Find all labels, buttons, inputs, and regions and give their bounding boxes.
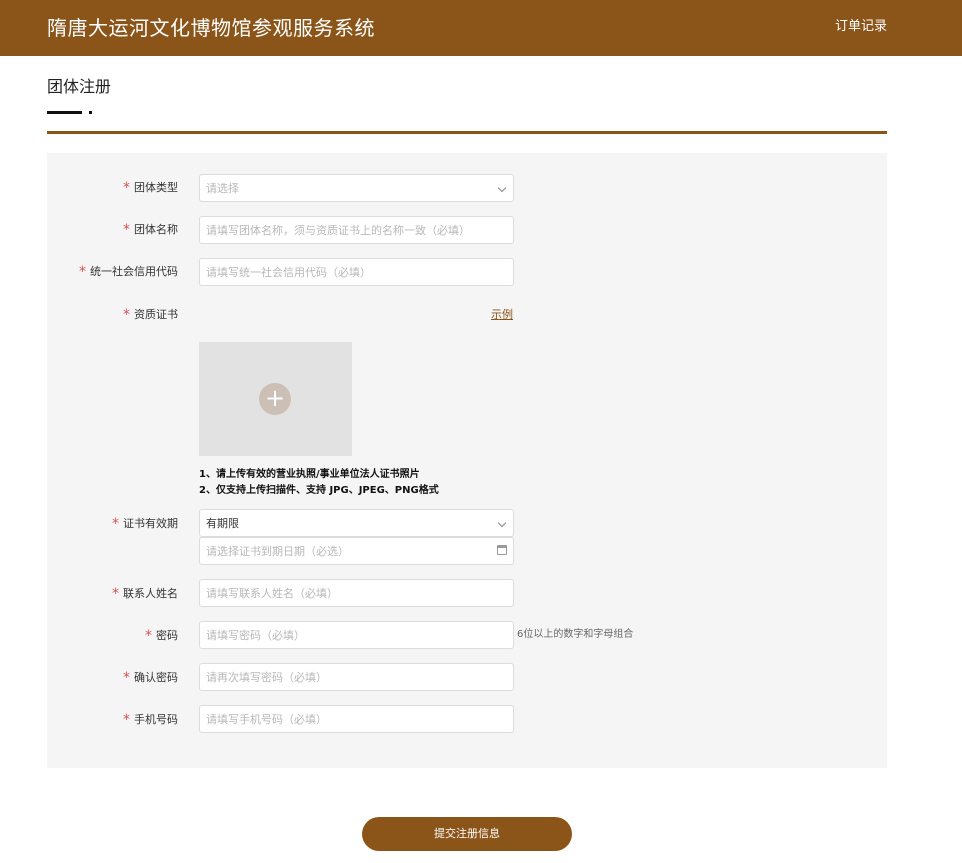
expiry-date-field[interactable] — [199, 537, 514, 565]
credit-code-field[interactable] — [199, 258, 514, 286]
upload-note-1: 1、请上传有效的营业执照/事业单位法人证书照片 — [199, 469, 420, 480]
required-mark: * — [145, 628, 152, 644]
required-mark: * — [123, 670, 130, 686]
confirm-password-label: * 确认密码 — [123, 670, 178, 686]
certificate-label: * 资质证书 — [123, 307, 178, 323]
required-mark: * — [79, 264, 86, 280]
contact-name-input[interactable] — [200, 580, 513, 606]
chevron-down-icon — [497, 183, 507, 193]
chevron-down-icon — [497, 518, 507, 528]
app-title: 隋唐大运河文化博物馆参观服务系统 — [47, 16, 375, 40]
password-hint: 6位以上的数字和字母组合 — [517, 629, 634, 640]
upload-notes: 1、请上传有效的营业执照/事业单位法人证书照片 2、仅支持上传扫描件、支持 JP… — [199, 467, 439, 499]
contact-name-field[interactable] — [199, 579, 514, 607]
confirm-password-input[interactable] — [200, 664, 513, 690]
required-mark: * — [123, 222, 130, 238]
group-name-label: * 团体名称 — [123, 222, 178, 238]
contact-name-label: * 联系人姓名 — [112, 586, 178, 602]
top-header: 隋唐大运河文化博物馆参观服务系统 订单记录 — [0, 0, 962, 56]
group-type-placeholder: 请选择 — [206, 182, 239, 195]
title-underline — [47, 111, 82, 114]
section-divider — [47, 131, 887, 134]
calendar-icon[interactable] — [497, 545, 507, 555]
credit-code-input[interactable] — [200, 259, 513, 285]
password-input[interactable] — [200, 622, 513, 648]
group-name-field[interactable] — [199, 216, 514, 244]
plus-icon: + — [259, 383, 291, 415]
confirm-password-field[interactable] — [199, 663, 514, 691]
certificate-example-link[interactable]: 示例 — [491, 307, 513, 323]
required-mark: * — [123, 307, 130, 323]
validity-label: * 证书有效期 — [112, 516, 178, 532]
password-field[interactable] — [199, 621, 514, 649]
validity-selected-value: 有期限 — [206, 517, 239, 530]
order-records-link[interactable]: 订单记录 — [835, 17, 887, 37]
required-mark: * — [123, 180, 130, 196]
validity-select[interactable]: 有期限 — [199, 509, 514, 537]
group-name-input[interactable] — [200, 217, 513, 243]
expiry-date-input[interactable] — [200, 538, 513, 564]
required-mark: * — [112, 516, 119, 532]
required-mark: * — [123, 712, 130, 728]
group-type-label: * 团体类型 — [123, 180, 178, 196]
group-type-select[interactable]: 请选择 — [199, 174, 514, 202]
required-mark: * — [112, 586, 119, 602]
certificate-upload-box[interactable]: + — [199, 342, 352, 456]
phone-field[interactable] — [199, 705, 514, 733]
submit-registration-button[interactable]: 提交注册信息 — [362, 817, 572, 851]
page-title: 团体注册 — [47, 77, 112, 96]
credit-code-label: * 统一社会信用代码 — [79, 264, 178, 280]
phone-input[interactable] — [200, 706, 513, 732]
title-dot — [89, 111, 92, 114]
upload-note-2: 2、仅支持上传扫描件、支持 JPG、JPEG、PNG格式 — [199, 485, 439, 496]
password-label: * 密码 — [145, 628, 178, 644]
phone-label: * 手机号码 — [123, 712, 178, 728]
